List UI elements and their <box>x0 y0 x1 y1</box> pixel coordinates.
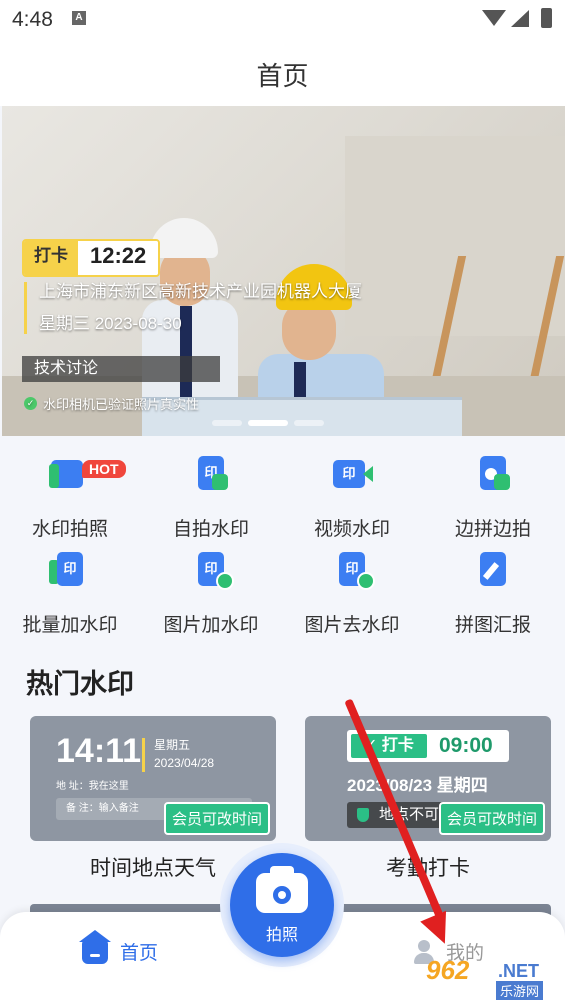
feature-grid: HOT 水印拍照 印 自拍水印 印 视频水印 边拼边拍 印 批量加水印 印 图片… <box>0 436 565 661</box>
feature-label: 拼图汇报 <box>454 615 531 636</box>
take-photo-button[interactable]: 拍照 <box>230 853 334 957</box>
site-watermark-logo: 962 .NET 乐游网 <box>426 955 562 1000</box>
watermark-tag-time: 12:22 <box>78 241 159 275</box>
collage-report-icon <box>474 550 512 590</box>
feature-label: 图片加水印 <box>163 615 259 636</box>
nav-home-label: 首页 <box>120 943 159 964</box>
feature-watermark-photo[interactable]: HOT 水印拍照 <box>0 436 140 540</box>
watermark-address: 上海市浦东新区高新技术产业园机器人大厦 <box>39 282 362 301</box>
template-weekday: 星期五 <box>154 738 191 752</box>
watermark-verify: ✓ 水印相机已验证照片真实性 <box>24 394 199 413</box>
feature-image-add-watermark[interactable]: 印 图片加水印 <box>141 532 281 636</box>
watermark-time-tag: 打卡 12:22 <box>22 239 161 277</box>
check-icon: ✓ <box>24 397 37 410</box>
battery-icon <box>541 8 552 28</box>
watermark-tag-label: 打卡 <box>24 241 78 275</box>
wifi-icon <box>482 10 506 26</box>
notification-icon: A <box>72 11 86 25</box>
feature-batch-watermark[interactable]: 印 批量加水印 <box>0 532 140 636</box>
template-date: 2023/04/28 <box>154 756 215 770</box>
video-watermark-icon: 印 <box>333 454 373 494</box>
page-title: 首页 <box>256 61 309 91</box>
take-photo-label: 拍照 <box>265 927 298 944</box>
banner-carousel[interactable]: 打卡 12:22 上海市浦东新区高新技术产业园机器人大厦 星期三 2023-08… <box>2 106 565 436</box>
stitch-shoot-icon <box>474 454 512 494</box>
feature-collage-report[interactable]: 拼图汇报 <box>423 532 563 636</box>
home-icon <box>79 929 111 964</box>
selfie-watermark-icon: 印 <box>192 454 230 494</box>
attendance-date: 2023/08/23 星期四 <box>347 776 488 795</box>
template-address: 地 址：我在这里 <box>56 781 129 792</box>
image-add-watermark-icon: 印 <box>192 550 234 590</box>
app-header: 首页 <box>0 38 565 106</box>
watermark-note: 技术讨论 <box>22 356 220 382</box>
batch-watermark-icon: 印 <box>49 550 89 590</box>
status-bar: 4:48 A <box>0 0 565 38</box>
status-time: 4:48 <box>12 8 53 31</box>
hot-badge: HOT <box>82 460 126 478</box>
template-card-time-place-weather[interactable]: 14:11 星期五 2023/04/28 地 址：我在这里 备 注：输入备注 会… <box>30 716 276 841</box>
template-time: 14:11 <box>56 732 142 770</box>
feature-stitch-shoot[interactable]: 边拼边拍 <box>423 436 563 540</box>
feature-video-watermark[interactable]: 印 视频水印 <box>282 436 422 540</box>
shield-icon <box>357 808 369 822</box>
carousel-indicator <box>212 420 324 426</box>
feature-image-remove-watermark[interactable]: 印 图片去水印 <box>282 532 422 636</box>
image-remove-watermark-icon: 印 <box>333 550 375 590</box>
watermark-date: 星期三 2023-08-30 <box>39 314 182 333</box>
vip-badge: 会员可改时间 <box>163 802 270 835</box>
signal-icon <box>511 10 529 27</box>
watermark-info: 上海市浦东新区高新技术产业园机器人大厦 星期三 2023-08-30 <box>24 282 399 334</box>
attendance-time: 09:00 <box>439 734 493 757</box>
hot-section-title: 热门水印 <box>26 669 134 699</box>
template-card-attendance[interactable]: ✓ 打卡 09:00 2023/08/23 星期四 地点不可 会员可改时间 <box>305 716 551 841</box>
feature-label: 图片去水印 <box>304 615 400 636</box>
vip-badge: 会员可改时间 <box>438 802 545 835</box>
watermark-verify-text: 水印相机已验证照片真实性 <box>43 397 200 412</box>
feature-label: 批量加水印 <box>22 615 118 636</box>
nav-home[interactable]: 首页 <box>79 929 159 965</box>
feature-selfie-watermark[interactable]: 印 自拍水印 <box>141 436 281 540</box>
